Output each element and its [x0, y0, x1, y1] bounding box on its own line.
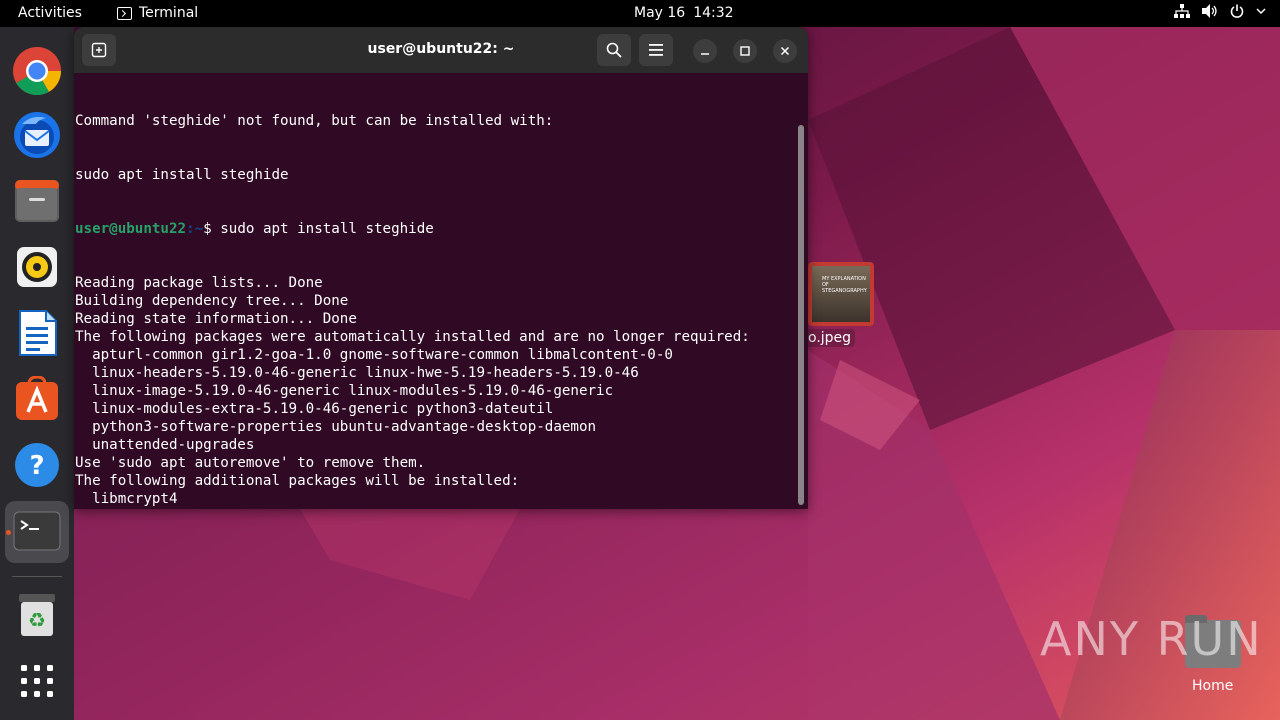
clock-date: May 16	[634, 5, 686, 21]
dock-show-apps[interactable]	[11, 655, 63, 707]
minimize-icon	[701, 53, 709, 55]
prompt-user: user@ubuntu22	[75, 221, 187, 237]
files-icon	[15, 180, 59, 222]
dock-item-files[interactable]	[11, 175, 63, 227]
close-icon	[780, 46, 790, 56]
command-line: user@ubuntu22:~$ sudo apt install steghi…	[75, 220, 795, 238]
app-menu[interactable]: Terminal	[117, 5, 198, 21]
terminal-line: linux-modules-extra-5.19.0-46-generic py…	[75, 401, 554, 417]
hamburger-icon	[649, 44, 663, 56]
svg-text:♻: ♻	[28, 608, 46, 632]
dock-item-app-center[interactable]	[11, 373, 63, 425]
desktop-file-jpeg[interactable]: MY EXPLANATION OF STEGANOGRAPHY o.jpeg	[804, 262, 874, 352]
top-bar: Activities Terminal May 16 14:32	[0, 0, 1280, 27]
terminal-titlebar[interactable]: user@ubuntu22: ~	[74, 27, 808, 73]
chevron-down-icon	[1256, 8, 1266, 15]
dock-item-terminal[interactable]	[11, 505, 63, 557]
svg-text:?: ?	[29, 451, 44, 481]
terminal-line: Reading state information... Done	[75, 311, 357, 327]
chrome-icon	[13, 47, 62, 96]
thunderbird-icon	[14, 112, 60, 158]
prompt-path: :~	[186, 221, 204, 237]
home-label: Home	[1192, 678, 1234, 694]
terminal-window[interactable]: user@ubuntu22: ~ Command 'steghide' not …	[74, 27, 808, 509]
terminal-output[interactable]: Command 'steghide' not found, but can be…	[75, 76, 795, 508]
minimize-button[interactable]	[693, 39, 717, 63]
terminal-icon	[13, 511, 61, 551]
terminal-line: Command 'steghide' not found, but can be…	[75, 113, 554, 129]
power-icon	[1230, 4, 1244, 18]
menu-button[interactable]	[639, 34, 673, 66]
dock-item-thunderbird[interactable]	[11, 109, 63, 161]
clock[interactable]: May 16 14:32	[634, 5, 734, 21]
typed-command: sudo apt install steghide	[220, 221, 434, 237]
terminal-line: sudo apt install steghide	[75, 167, 289, 183]
terminal-line: unattended-upgrades	[75, 437, 255, 453]
desktop-file-label: o.jpeg	[804, 329, 856, 347]
watermark-logo: ANY RUN	[1040, 612, 1263, 666]
app-grid-icon	[21, 665, 53, 697]
terminal-line: linux-image-5.19.0-46-generic linux-modu…	[75, 383, 614, 399]
terminal-line: Reading package lists... Done	[75, 275, 323, 291]
maximize-button[interactable]	[733, 39, 757, 63]
terminal-line: Building dependency tree... Done	[75, 293, 349, 309]
terminal-line: Use 'sudo apt autoremove' to remove them…	[75, 455, 426, 471]
help-icon: ?	[15, 443, 59, 487]
clock-time: 14:32	[693, 5, 734, 21]
system-tray[interactable]	[1174, 4, 1266, 18]
search-button[interactable]	[597, 34, 631, 66]
terminal-line: apturl-common gir1.2-goa-1.0 gnome-softw…	[75, 347, 673, 363]
scrollbar[interactable]	[798, 125, 804, 505]
trash-icon: ♻	[19, 594, 55, 636]
dock-item-writer[interactable]	[11, 307, 63, 359]
dock-item-trash[interactable]: ♻	[11, 589, 63, 641]
terminal-line: linux-headers-5.19.0-46-generic linux-hw…	[75, 365, 639, 381]
activities-button[interactable]: Activities	[18, 5, 82, 21]
watermark-text: ANY RUN	[1040, 612, 1263, 666]
search-icon	[606, 42, 622, 58]
dock-item-help[interactable]: ?	[11, 439, 63, 491]
thumbnail-text: MY EXPLANATION OF STEGANOGRAPHY	[822, 276, 867, 294]
volume-icon	[1202, 4, 1217, 18]
dock-item-rhythmbox[interactable]	[11, 241, 63, 293]
close-button[interactable]	[773, 39, 797, 63]
prompt-symbol: $	[203, 221, 221, 237]
terminal-icon	[117, 6, 132, 20]
dock-separator	[12, 576, 62, 577]
image-thumbnail: MY EXPLANATION OF STEGANOGRAPHY	[808, 262, 874, 326]
terminal-line: The following packages were automaticall…	[75, 329, 750, 345]
terminal-line: libmcrypt4	[75, 491, 178, 507]
terminal-line: python3-software-properties ubuntu-advan…	[75, 419, 597, 435]
network-icon	[1174, 4, 1190, 18]
app-menu-label: Terminal	[139, 5, 199, 21]
dock-item-chrome[interactable]	[11, 45, 63, 97]
writer-icon	[19, 310, 57, 356]
terminal-line: Suggested packages:	[75, 508, 795, 509]
appstore-icon	[16, 376, 58, 420]
rhythmbox-icon	[17, 247, 57, 287]
terminal-line: The following additional packages will b…	[75, 473, 520, 489]
dock: ? ♻	[0, 27, 74, 720]
maximize-icon	[740, 46, 750, 56]
